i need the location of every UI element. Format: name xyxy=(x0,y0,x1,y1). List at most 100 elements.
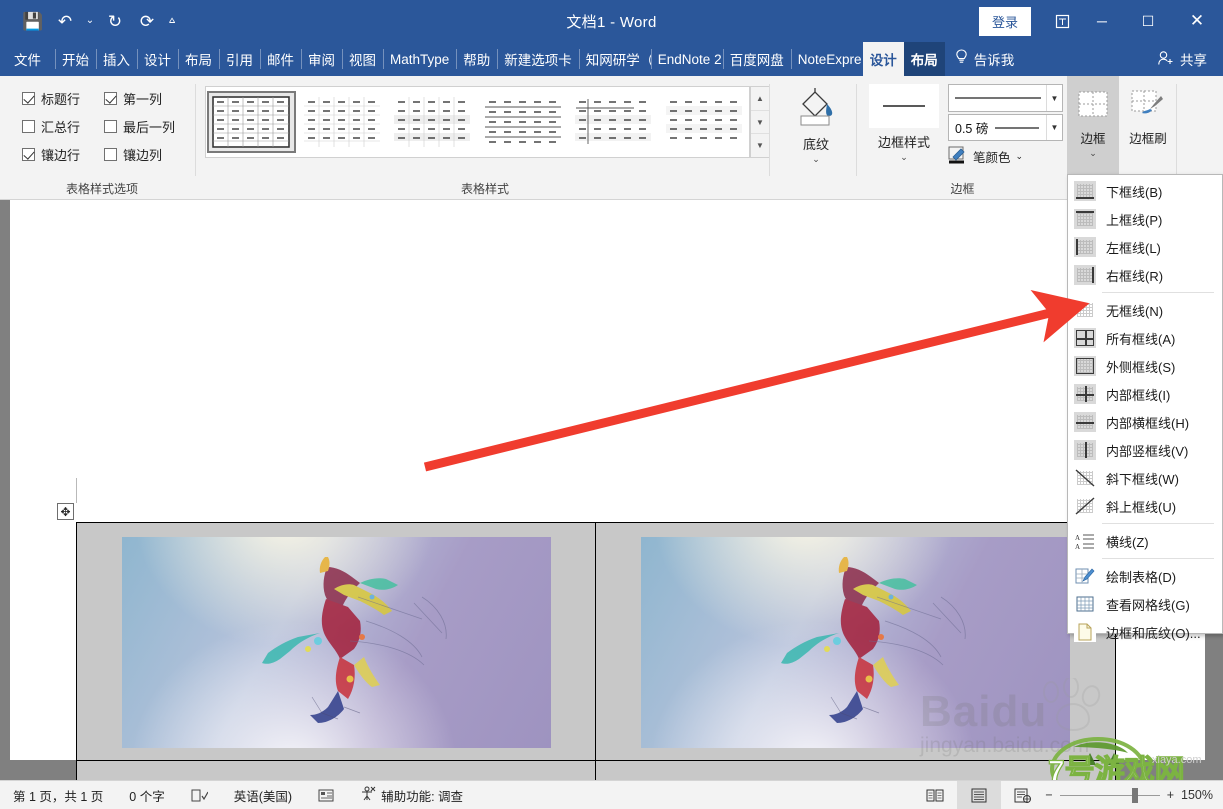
table-styles-gallery[interactable] xyxy=(205,86,750,158)
borders-icon xyxy=(1067,82,1119,128)
web-layout-view-button[interactable] xyxy=(1001,781,1045,809)
line-style-picker[interactable]: ▼ xyxy=(948,84,1063,112)
tab-home[interactable]: 开始 xyxy=(55,42,96,76)
pen-color-button[interactable]: 笔颜色 ⌄ xyxy=(948,146,1023,167)
menu-item-right-border[interactable]: 右框线(R) xyxy=(1068,261,1222,289)
tab-cnki[interactable]: 知网研学（ xyxy=(578,42,651,76)
read-mode-view-button[interactable] xyxy=(913,781,957,809)
document-table[interactable] xyxy=(76,522,1116,809)
border-styles-button[interactable]: 边框样式 ⌄ xyxy=(865,84,943,163)
checkbox-header-row-box[interactable] xyxy=(22,92,35,105)
tab-noteexpress[interactable]: NoteExpre xyxy=(790,42,863,76)
table-styles-gallery-scroll[interactable]: ▲ ▼ ▼ xyxy=(750,86,770,158)
menu-item-view-gridlines[interactable]: 查看网格线(G) xyxy=(1068,590,1222,618)
tab-layout[interactable]: 布局 xyxy=(178,42,219,76)
sign-in-button[interactable]: 登录 xyxy=(978,6,1031,36)
share-button[interactable]: 共享 xyxy=(1153,42,1223,76)
checkbox-banded-rows-box[interactable] xyxy=(22,148,35,161)
shading-button[interactable]: 底纹 ⌄ xyxy=(775,84,857,165)
table-style-item-2[interactable] xyxy=(388,91,476,153)
checkbox-first-column[interactable]: 第一列 xyxy=(104,89,162,108)
zoom-out-button[interactable]: − xyxy=(1045,788,1052,802)
menu-item-left-border[interactable]: 左框线(L) xyxy=(1068,233,1222,261)
zoom-in-button[interactable]: + xyxy=(1167,788,1174,802)
borders-dropdown-button[interactable]: 边框 ⌄ xyxy=(1067,76,1119,180)
checkbox-total-row[interactable]: 汇总行 xyxy=(22,117,80,136)
ribbon-display-options-icon[interactable] xyxy=(1045,0,1079,42)
gallery-scroll-down-icon[interactable]: ▼ xyxy=(751,111,769,135)
tab-mathtype[interactable]: MathType xyxy=(383,42,456,76)
cell-image-right[interactable] xyxy=(641,537,1070,748)
page-info[interactable]: 第 1 页，共 1 页 xyxy=(0,786,116,805)
tab-design[interactable]: 设计 xyxy=(137,42,178,76)
tab-endnote[interactable]: EndNote 2 xyxy=(650,42,723,76)
shading-dropdown-caret[interactable]: ⌄ xyxy=(775,154,857,165)
table-style-item-3[interactable] xyxy=(479,91,567,153)
close-button[interactable]: ✕ xyxy=(1171,0,1223,42)
border-styles-caret[interactable]: ⌄ xyxy=(865,152,943,163)
maximize-button[interactable]: ☐ xyxy=(1125,0,1171,42)
borders-button-caret[interactable]: ⌄ xyxy=(1067,148,1119,159)
pen-color-caret[interactable]: ⌄ xyxy=(1016,151,1024,162)
word-count[interactable]: 0 个字 xyxy=(116,786,177,805)
table-style-item-5[interactable] xyxy=(660,91,748,153)
gallery-more-icon[interactable]: ▼ xyxy=(751,134,769,157)
checkbox-last-column-box[interactable] xyxy=(104,120,117,133)
menu-item-bottom-border[interactable]: 下框线(B) xyxy=(1068,177,1222,205)
tab-table-layout[interactable]: 布局 xyxy=(903,42,945,76)
print-layout-view-button[interactable] xyxy=(957,780,1002,809)
zoom-control[interactable]: − + 150% xyxy=(1045,787,1223,803)
pen-color-label: 笔颜色 xyxy=(973,151,1011,165)
menu-item-inside-vertical-border[interactable]: 内部竖框线(V) xyxy=(1068,436,1222,464)
document-page[interactable]: ✥ xyxy=(10,200,1205,809)
language-indicator[interactable]: 英语(美国) xyxy=(221,786,305,805)
border-painter-button[interactable]: 边框刷 xyxy=(1122,82,1174,147)
minimize-button[interactable]: ─ xyxy=(1079,0,1125,42)
menu-item-draw-table[interactable]: 绘制表格(D) xyxy=(1068,562,1222,590)
tab-help[interactable]: 帮助 xyxy=(456,42,497,76)
zoom-slider[interactable] xyxy=(1059,787,1160,803)
menu-item-outside-borders[interactable]: 外侧框线(S) xyxy=(1068,352,1222,380)
line-style-dropdown-icon[interactable]: ▼ xyxy=(1046,85,1062,111)
menu-item-inside-horizontal-border[interactable]: 内部横框线(H) xyxy=(1068,408,1222,436)
checkbox-last-column[interactable]: 最后一列 xyxy=(104,117,175,136)
menu-item-no-border[interactable]: 无框线(N) xyxy=(1068,296,1222,324)
tab-insert[interactable]: 插入 xyxy=(96,42,137,76)
cell-image-left[interactable] xyxy=(122,537,551,748)
checkbox-first-column-box[interactable] xyxy=(104,92,117,105)
menu-item-top-border[interactable]: 上框线(P) xyxy=(1068,205,1222,233)
borders-dropdown-menu[interactable]: 下框线(B) 上框线(P) 左框线(L) 右框线(R) 无框线(N) 所有框线(… xyxy=(1067,174,1223,642)
gallery-scroll-up-icon[interactable]: ▲ xyxy=(751,87,769,111)
menu-item-all-borders[interactable]: 所有框线(A) xyxy=(1068,324,1222,352)
macro-record-icon[interactable] xyxy=(305,788,347,803)
proofing-icon[interactable] xyxy=(178,788,221,803)
menu-item-borders-and-shading[interactable]: 边框和底纹(O)... xyxy=(1068,618,1222,646)
menu-item-horizontal-line[interactable]: A A 横线(Z) xyxy=(1068,527,1222,555)
table-style-item-4[interactable] xyxy=(569,91,657,153)
tab-table-design[interactable]: 设计 xyxy=(862,42,904,76)
tab-baidu-netdisk[interactable]: 百度网盘 xyxy=(722,42,791,76)
line-weight-dropdown-icon[interactable]: ▼ xyxy=(1046,115,1062,140)
tell-me-button[interactable]: 告诉我 xyxy=(945,42,1025,76)
tab-review[interactable]: 审阅 xyxy=(301,42,342,76)
checkbox-banded-columns-box[interactable] xyxy=(104,148,117,161)
menu-item-diagonal-up-border[interactable]: 斜上框线(U) xyxy=(1068,492,1222,520)
tab-mailings[interactable]: 邮件 xyxy=(260,42,301,76)
menu-item-inside-borders[interactable]: 内部框线(I) xyxy=(1068,380,1222,408)
table-style-item-0[interactable] xyxy=(207,91,296,153)
tab-file[interactable]: 文件 xyxy=(0,42,55,76)
checkbox-header-row[interactable]: 标题行 xyxy=(22,89,80,108)
zoom-level-label[interactable]: 150% xyxy=(1181,788,1213,802)
checkbox-banded-rows[interactable]: 镶边行 xyxy=(22,145,80,164)
tab-new-tab[interactable]: 新建选项卡 xyxy=(497,42,579,76)
line-weight-picker[interactable]: 0.5 磅 ▼ xyxy=(948,114,1063,141)
tab-view[interactable]: 视图 xyxy=(342,42,383,76)
checkbox-total-row-box[interactable] xyxy=(22,120,35,133)
tab-references[interactable]: 引用 xyxy=(219,42,260,76)
menu-item-diagonal-down-border[interactable]: 斜下框线(W) xyxy=(1068,464,1222,492)
accessibility-status[interactable]: 辅助功能: 调查 xyxy=(347,786,476,805)
checkbox-banded-columns[interactable]: 镶边列 xyxy=(104,145,162,164)
table-move-handle[interactable]: ✥ xyxy=(57,503,74,520)
table-style-item-1[interactable] xyxy=(298,91,386,153)
zoom-slider-knob[interactable] xyxy=(1131,787,1138,803)
